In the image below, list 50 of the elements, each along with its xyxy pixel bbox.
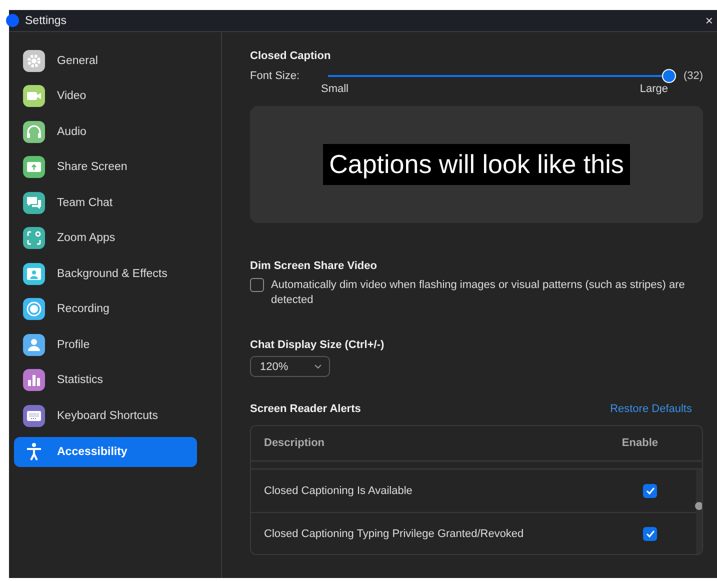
column-header: Enable bbox=[622, 437, 658, 449]
close-button[interactable]: × bbox=[705, 13, 713, 28]
sidebar-item[interactable]: Share Screen bbox=[14, 150, 197, 185]
gear-icon bbox=[23, 50, 45, 72]
sidebar-item[interactable]: Background & Effects bbox=[14, 256, 197, 292]
chevron-down-icon bbox=[314, 364, 322, 369]
checkbox-label: Automatically dim video when flashing images or visual patterns (such as stripes) are detected bbox=[271, 278, 686, 308]
section-heading: Dim Screen Share Video bbox=[250, 260, 378, 272]
size-dropdown[interactable]: 120% bbox=[250, 356, 330, 377]
slider-thumb[interactable] bbox=[662, 69, 676, 83]
section-heading: Closed Caption bbox=[250, 50, 332, 62]
table-cell: Closed Captioning Is Available bbox=[264, 485, 412, 497]
apps-icon bbox=[23, 227, 45, 250]
checkmark-icon bbox=[646, 487, 654, 495]
caption-sample: Captions will look like this bbox=[323, 144, 630, 185]
sidebar-item[interactable]: Zoom Apps bbox=[14, 220, 197, 256]
chat-bubbles-icon bbox=[23, 192, 45, 214]
scrollbar[interactable] bbox=[696, 470, 702, 554]
video-camera-icon bbox=[23, 85, 45, 108]
checkbox[interactable] bbox=[250, 278, 264, 292]
section-heading: Chat Display Size (Ctrl+/-) bbox=[250, 339, 386, 351]
checkbox[interactable] bbox=[643, 527, 657, 541]
sidebar-item[interactable]: General bbox=[14, 43, 197, 78]
section-heading: Screen Reader Alerts bbox=[250, 403, 361, 415]
checkbox[interactable] bbox=[643, 484, 657, 498]
table-cell: Closed Captioning Typing Privilege Granted/Revoked bbox=[264, 528, 524, 540]
bar-chart-icon bbox=[23, 369, 45, 392]
app-logo-icon bbox=[6, 14, 19, 27]
sidebar-item[interactable]: Recording bbox=[14, 292, 197, 327]
window-title: Settings bbox=[25, 14, 68, 26]
sidebar-item[interactable]: Statistics bbox=[14, 362, 197, 398]
headphones-icon bbox=[23, 120, 45, 143]
sidebar-item[interactable]: Team Chat bbox=[14, 185, 197, 220]
profile-icon bbox=[23, 334, 45, 356]
sidebar-item[interactable]: Keyboard Shortcuts bbox=[14, 398, 197, 434]
sidebar-item[interactable]: Profile bbox=[14, 327, 197, 362]
max-label: Large bbox=[640, 83, 668, 95]
sidebar-item[interactable]: Video bbox=[14, 78, 197, 114]
min-label: Small bbox=[321, 83, 349, 95]
keyboard-icon bbox=[23, 404, 45, 427]
checkmark-icon bbox=[646, 530, 654, 538]
sidebar-item[interactable]: Audio bbox=[14, 114, 197, 150]
font-size-reading: (32) bbox=[683, 70, 703, 82]
sidebar-item[interactable]: Accessibility bbox=[14, 436, 197, 466]
column-header: Description bbox=[264, 437, 325, 449]
person-picture-icon bbox=[23, 262, 45, 285]
restore-defaults-link[interactable]: Restore Defaults bbox=[610, 403, 692, 415]
share-screen-icon bbox=[23, 156, 45, 178]
font-size-label: Font Size: bbox=[250, 70, 301, 82]
record-icon bbox=[23, 298, 45, 320]
